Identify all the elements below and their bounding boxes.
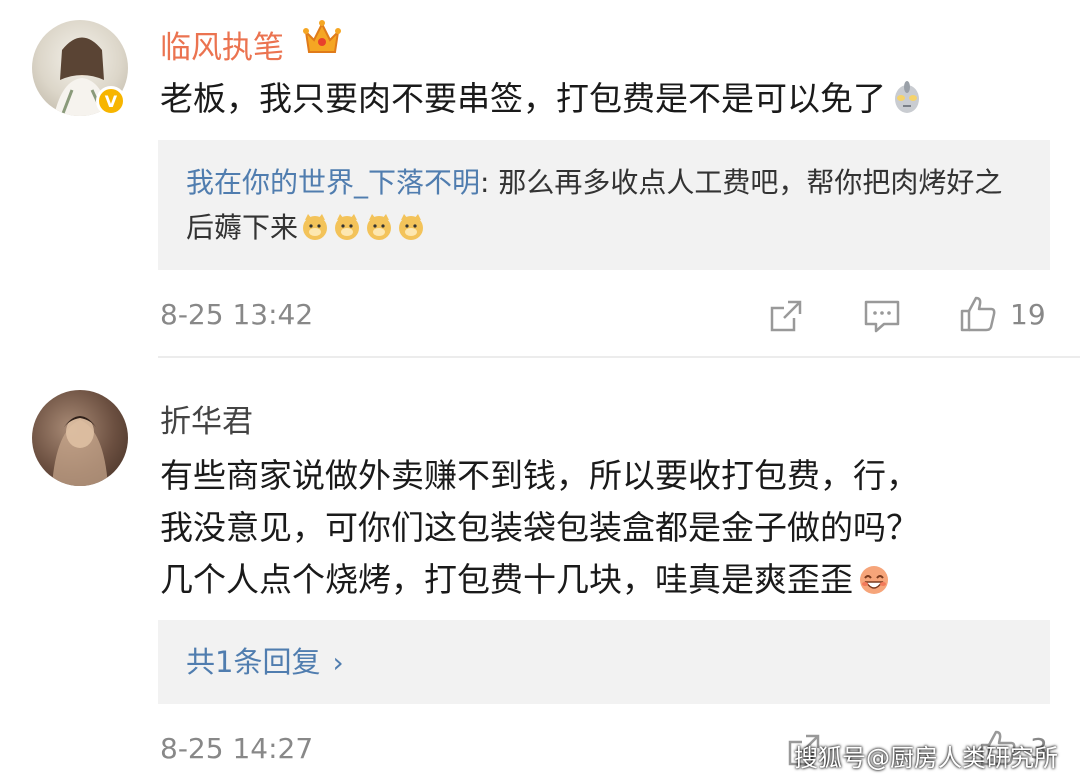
username[interactable]: 折华君 [160, 396, 253, 441]
like-button[interactable]: 19 [958, 294, 1046, 334]
more-replies-box[interactable]: 共1条回复 › [158, 620, 1050, 704]
comment-text: 有些商家说做外卖赚不到钱，所以要收打包费，行， 我没意见，可你们这包装袋包装盒都… [160, 450, 1040, 606]
comment-button[interactable] [862, 296, 902, 336]
ultraman-emoji [895, 81, 919, 113]
chevron-right-icon: › [332, 646, 344, 679]
share-button[interactable] [766, 296, 806, 336]
verified-icon: V [96, 86, 126, 116]
more-replies-link[interactable]: 共1条回复 [186, 645, 320, 679]
comment-line: 我没意见，可你们这包装袋包装盒都是金子做的吗？ [160, 508, 919, 547]
laugh-emoji [860, 566, 888, 594]
like-icon [960, 296, 996, 332]
comment-line: 有些商家说做外卖赚不到钱，所以要收打包费，行， [160, 456, 919, 495]
like-count: 19 [1010, 297, 1046, 331]
comment-item: 折华君 有些商家说做外卖赚不到钱，所以要收打包费，行， 我没意见，可你们这包装袋… [0, 372, 1080, 778]
divider [158, 356, 1080, 358]
comment-icon [864, 300, 900, 333]
comment-line-last: 几个人点个烧烤，打包费十几块，哇真是爽歪歪 [160, 554, 1040, 606]
timestamp: 8-25 13:42 [160, 298, 314, 331]
crown-icon [303, 20, 341, 53]
doge-emoji [399, 214, 424, 240]
comment-body: 老板，我只要肉不要串签，打包费是不是可以免了 [160, 79, 886, 118]
share-icon [770, 300, 802, 332]
comment-line: 几个人点个烧烤，打包费十几块，哇真是爽歪歪 [160, 560, 853, 599]
reply-username[interactable]: 我在你的世界_下落不明 [186, 166, 480, 199]
timestamp: 8-25 14:27 [160, 732, 314, 765]
watermark: 搜狐号@厨房人类研究所 [794, 744, 1058, 772]
username[interactable]: 临风执笔 [160, 22, 284, 67]
comment-text: 老板，我只要肉不要串签，打包费是不是可以免了 [160, 73, 1040, 125]
avatar[interactable] [32, 390, 128, 486]
doge-emoji [303, 214, 328, 240]
reply-preview[interactable]: 我在你的世界_下落不明: 那么再多收点人工费吧，帮你把肉烤好之后薅下来 [158, 140, 1050, 270]
reply-colon: : [480, 166, 499, 199]
doge-emoji [335, 214, 360, 240]
doge-emoji [367, 214, 392, 240]
comment-item: V 临风执笔 老板，我只要肉不要串签，打包费是不是可以免了 我在你的世界_下落不… [0, 0, 1080, 358]
